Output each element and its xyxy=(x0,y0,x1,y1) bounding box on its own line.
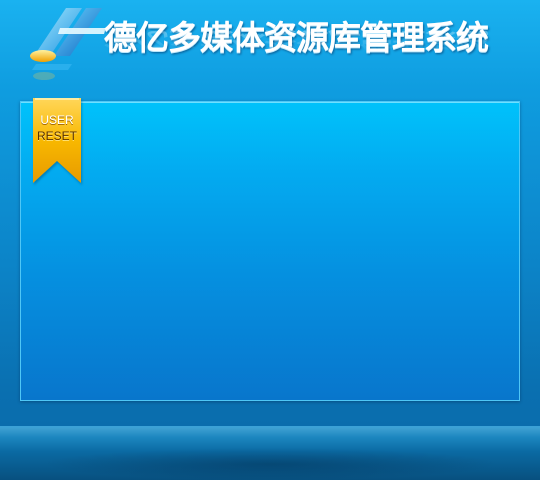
ribbon-label-reset: RESET xyxy=(36,129,77,143)
ribbon-label-user: USER xyxy=(40,113,74,127)
app-title-reflection: 德亿多媒体资源库管理系统 xyxy=(104,27,488,52)
main-panel xyxy=(20,101,520,401)
header: 德亿多媒体资源库管理系统 德亿多媒体资源库管理系统 xyxy=(0,0,540,100)
brand-logo-icon xyxy=(28,6,110,86)
floor-shadow xyxy=(40,448,500,480)
user-reset-ribbon: USER RESET xyxy=(33,98,81,184)
